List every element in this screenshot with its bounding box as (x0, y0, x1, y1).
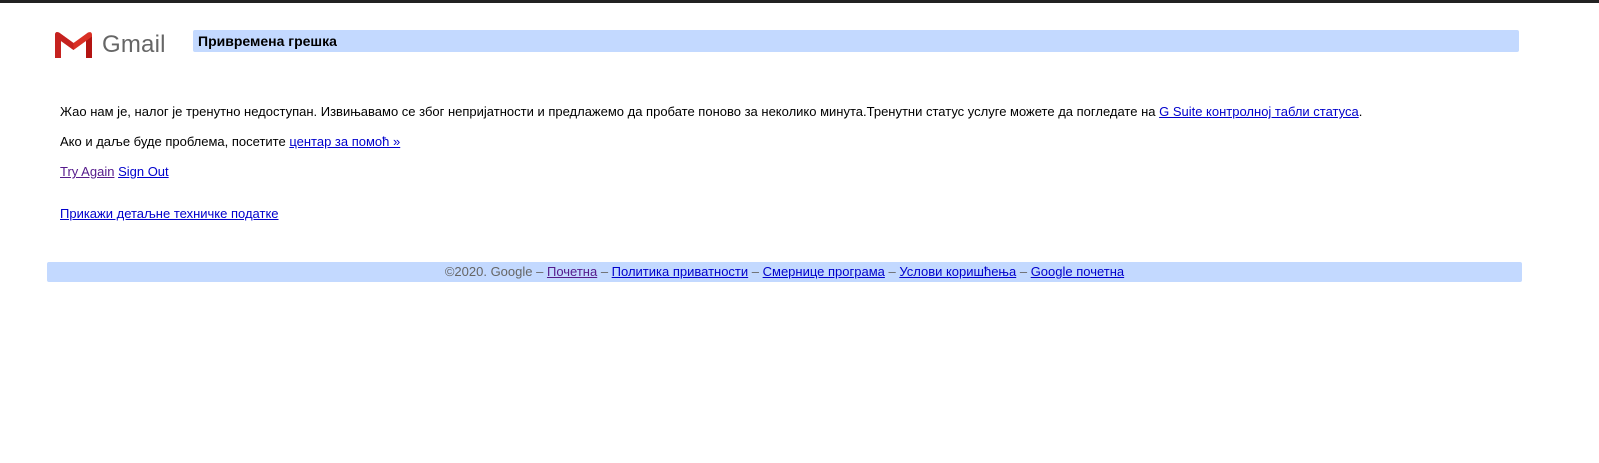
footer-link-terms[interactable]: Услови коришћења (899, 264, 1016, 279)
footer: ©2020. Google – Почетна – Политика прива… (47, 262, 1522, 282)
help-center-text: Ако и даље буде проблема, посетите (60, 134, 290, 149)
top-bar (0, 0, 1599, 3)
gmail-wordmark: Gmail (102, 31, 166, 58)
help-center-link[interactable]: центар за помоћ » (289, 134, 400, 149)
error-message-period: . (1358, 104, 1363, 119)
footer-separator: – (597, 264, 612, 279)
gmail-m-logo-icon (55, 32, 92, 58)
footer-link-google-home[interactable]: Google почетна (1031, 264, 1124, 279)
sign-out-link[interactable]: Sign Out (118, 164, 169, 179)
error-message-text: Жао нам је, налог је тренутно недоступан… (60, 104, 1160, 119)
error-message-line: Жао нам је, налог је тренутно недоступан… (60, 104, 1362, 120)
actions-line: Try Again Sign Out (60, 164, 169, 180)
gmail-logo[interactable]: Gmail (53, 29, 178, 61)
help-center-line: Ако и даље буде проблема, посетите цента… (60, 134, 400, 150)
show-technical-details-link[interactable]: Прикажи детаљне техничке податке (60, 206, 279, 221)
footer-separator: – (884, 264, 900, 279)
page-title: Привремена грешка (198, 33, 337, 49)
footer-link-privacy-policy[interactable]: Политика приватности (612, 264, 748, 279)
footer-copyright: ©2020. Google (444, 264, 533, 279)
footer-link-home[interactable]: Почетна (547, 264, 597, 279)
title-bar: Привремена грешка (193, 30, 1519, 52)
footer-separator: – (532, 264, 547, 279)
footer-separator: – (748, 264, 763, 279)
footer-links: ©2020. Google – Почетна – Политика прива… (47, 264, 1522, 280)
try-again-link[interactable]: Try Again (60, 164, 114, 179)
footer-link-program-policies[interactable]: Смернице програма (763, 264, 885, 279)
footer-separator: – (1016, 264, 1031, 279)
gsuite-status-dashboard-link[interactable]: G Suite контролној табли статуса (1159, 104, 1359, 119)
details-line: Прикажи детаљне техничке податке (60, 206, 279, 222)
